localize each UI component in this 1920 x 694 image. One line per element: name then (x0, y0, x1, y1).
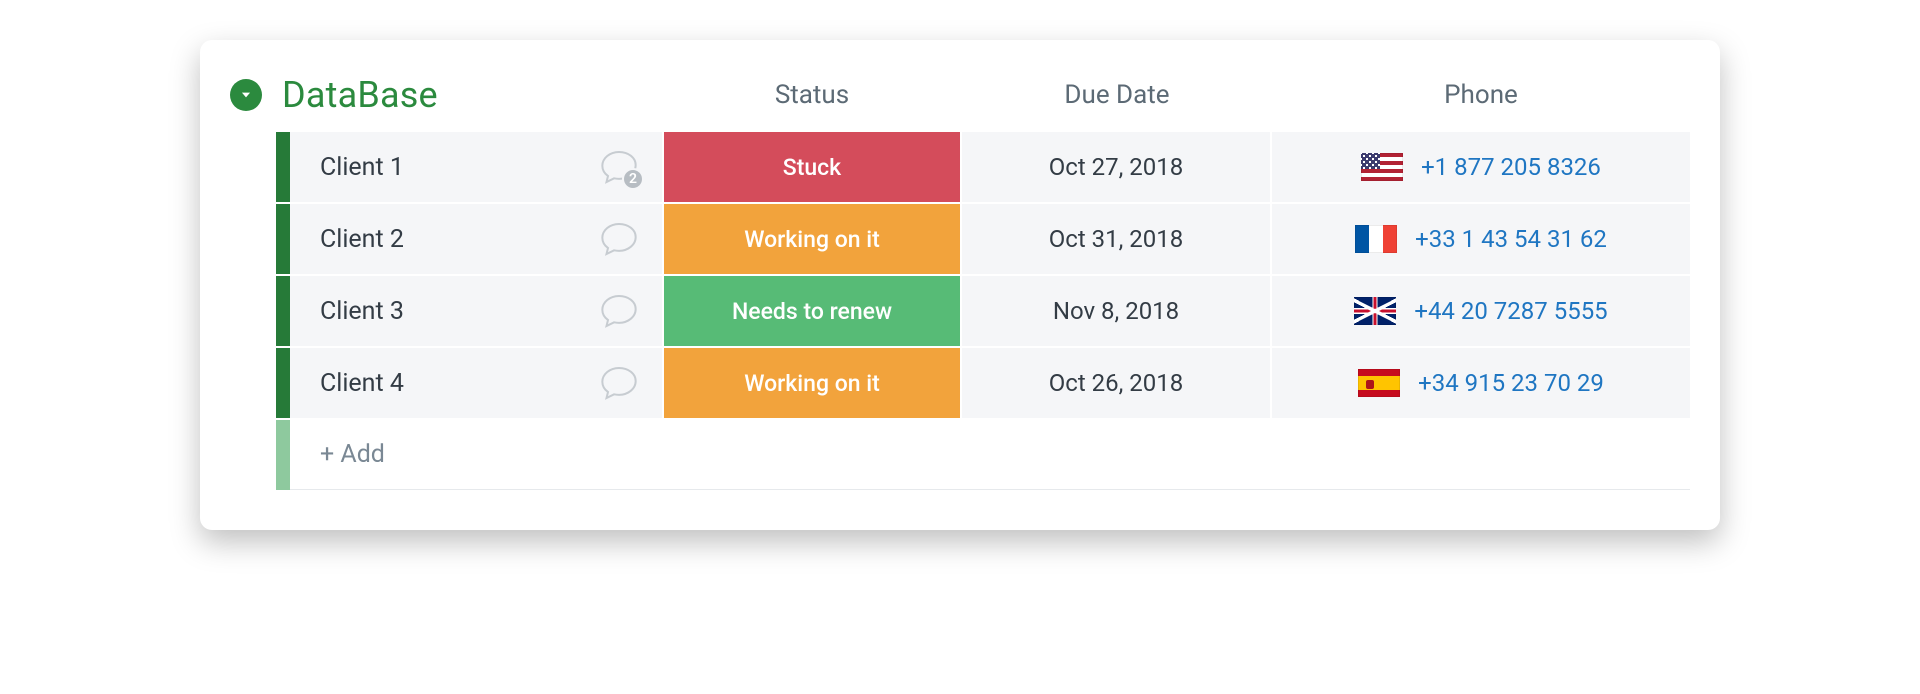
conversation-button[interactable]: 2 (598, 146, 640, 188)
group-title[interactable]: DataBase (272, 74, 662, 116)
due-date-cell[interactable]: Oct 31, 2018 (962, 204, 1272, 274)
due-date-cell[interactable]: Oct 27, 2018 (962, 132, 1272, 202)
row-color-bar (276, 348, 290, 418)
phone-number[interactable]: +1 877 205 8326 (1421, 153, 1601, 181)
table-row[interactable]: Client 2 Working on it Oct 31, 2018 +33 … (276, 204, 1690, 276)
table-row[interactable]: Client 3 Needs to renew Nov 8, 2018 +44 … (276, 276, 1690, 348)
status-cell[interactable]: Needs to renew (662, 276, 962, 346)
status-cell[interactable]: Stuck (662, 132, 962, 202)
table-row[interactable]: Client 4 Working on it Oct 26, 2018 +34 … (276, 348, 1690, 420)
country-flag-icon (1354, 297, 1396, 325)
country-flag-icon (1361, 153, 1403, 181)
due-date-cell[interactable]: Nov 8, 2018 (962, 276, 1272, 346)
chevron-down-icon (239, 88, 253, 102)
name-cell[interactable]: Client 4 (290, 348, 662, 418)
name-cell[interactable]: Client 2 (290, 204, 662, 274)
phone-number[interactable]: +33 1 43 54 31 62 (1415, 225, 1607, 253)
column-header-due-date[interactable]: Due Date (962, 80, 1272, 110)
conversation-button[interactable] (598, 218, 640, 260)
speech-bubble-icon (599, 363, 639, 403)
phone-number[interactable]: +34 915 23 70 29 (1418, 369, 1604, 397)
column-header-phone[interactable]: Phone (1272, 80, 1690, 110)
conversation-button[interactable] (598, 362, 640, 404)
speech-bubble-icon (599, 291, 639, 331)
phone-cell[interactable]: +34 915 23 70 29 (1272, 348, 1690, 418)
status-cell[interactable]: Working on it (662, 348, 962, 418)
table-row[interactable]: Client 1 2 Stuck Oct 27, 2018 +1 877 205… (276, 132, 1690, 204)
item-name[interactable]: Client 4 (320, 369, 404, 398)
item-name[interactable]: Client 1 (320, 153, 404, 182)
add-row[interactable]: + Add (276, 420, 1690, 490)
due-date-cell[interactable]: Oct 26, 2018 (962, 348, 1272, 418)
speech-bubble-icon (599, 219, 639, 259)
conversation-button[interactable] (598, 290, 640, 332)
add-item-button[interactable]: + Add (290, 420, 1690, 490)
item-name[interactable]: Client 2 (320, 225, 404, 254)
comment-count-badge: 2 (622, 168, 644, 190)
name-cell[interactable]: Client 3 (290, 276, 662, 346)
phone-cell[interactable]: +33 1 43 54 31 62 (1272, 204, 1690, 274)
row-color-bar (276, 420, 290, 490)
board-card: DataBase Status Due Date Phone Client 1 … (200, 40, 1720, 530)
phone-cell[interactable]: +44 20 7287 5555 (1272, 276, 1690, 346)
group-header: DataBase Status Due Date Phone (230, 74, 1690, 116)
status-cell[interactable]: Working on it (662, 204, 962, 274)
group-table: Client 1 2 Stuck Oct 27, 2018 +1 877 205… (276, 132, 1690, 490)
row-color-bar (276, 204, 290, 274)
country-flag-icon (1358, 369, 1400, 397)
phone-cell[interactable]: +1 877 205 8326 (1272, 132, 1690, 202)
column-header-status[interactable]: Status (662, 80, 962, 110)
country-flag-icon (1355, 225, 1397, 253)
row-color-bar (276, 132, 290, 202)
name-cell[interactable]: Client 1 2 (290, 132, 662, 202)
row-color-bar (276, 276, 290, 346)
phone-number[interactable]: +44 20 7287 5555 (1414, 297, 1607, 325)
collapse-group-button[interactable] (230, 79, 262, 111)
item-name[interactable]: Client 3 (320, 297, 404, 326)
